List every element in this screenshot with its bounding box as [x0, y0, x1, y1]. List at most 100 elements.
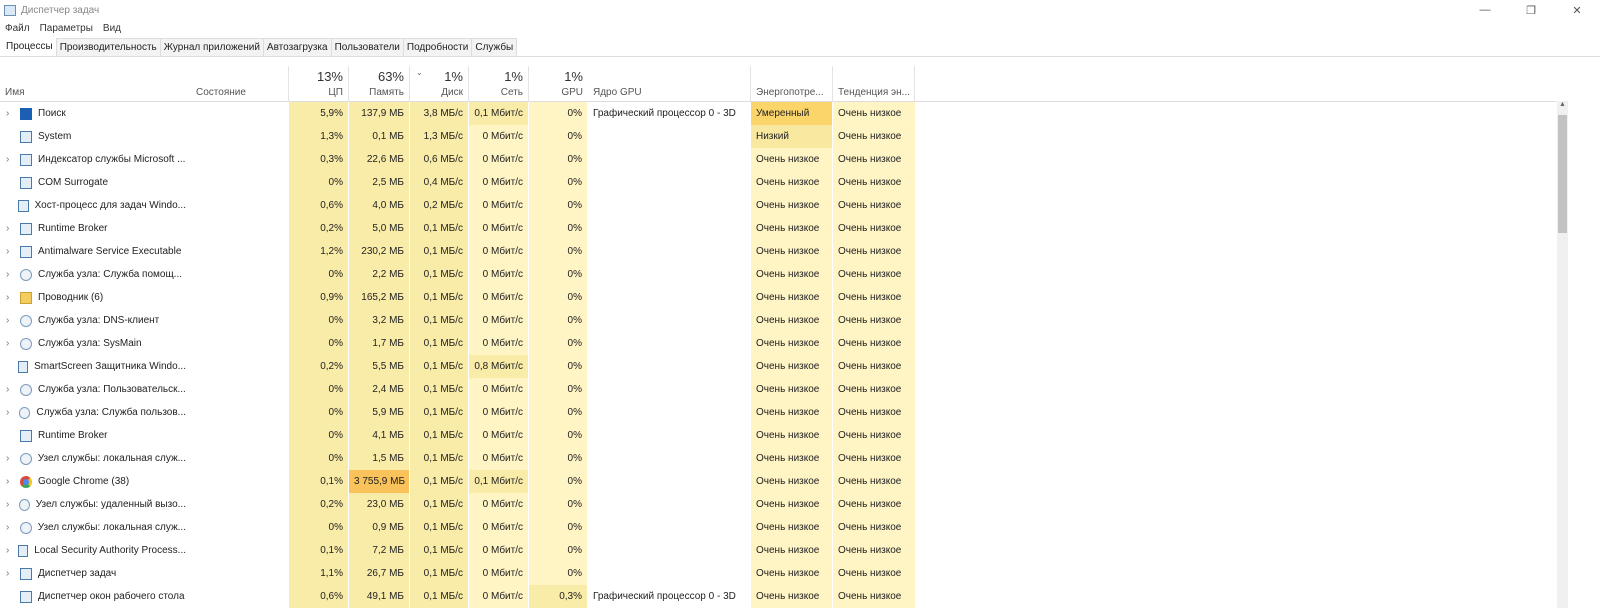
process-row[interactable]: › Google Chrome (38) 0,1% 3 755,9 МБ 0,1…	[0, 470, 1556, 493]
power-trend-cell: Очень низкое	[833, 424, 915, 447]
power-usage-cell: Очень низкое	[751, 240, 833, 263]
gpu-engine-cell	[588, 378, 751, 401]
process-row[interactable]: COM Surrogate 0% 2,5 МБ 0,4 МБ/с 0 Мбит/…	[0, 171, 1556, 194]
vertical-scrollbar[interactable]: ▲	[1557, 101, 1568, 608]
process-row[interactable]: › Узел службы: удаленный вызо... 0,2% 23…	[0, 493, 1556, 516]
process-row[interactable]: System 1,3% 0,1 МБ 1,3 МБ/с 0 Мбит/с 0% …	[0, 125, 1556, 148]
expand-chevron-icon[interactable]: ›	[6, 263, 20, 286]
column-gpu[interactable]: 1% GPU	[529, 66, 588, 102]
process-row[interactable]: › Служба узла: DNS-клиент 0% 3,2 МБ 0,1 …	[0, 309, 1556, 332]
column-disk[interactable]: ⌄ 1% Диск	[410, 66, 469, 102]
process-name-cell: › Runtime Broker	[0, 217, 191, 240]
restore-button[interactable]: ❐	[1508, 0, 1554, 20]
tab-services[interactable]: Службы	[471, 38, 518, 56]
expand-chevron-icon[interactable]: ›	[6, 401, 19, 424]
expand-chevron-icon[interactable]: ›	[6, 240, 20, 263]
scroll-up-icon[interactable]: ▲	[1557, 101, 1568, 113]
process-row[interactable]: Хост-процесс для задач Windo... 0,6% 4,0…	[0, 194, 1556, 217]
gpu-engine-cell: Графический процессор 0 - 3D	[593, 591, 736, 602]
gpu-engine-cell	[588, 309, 751, 332]
column-memory[interactable]: 63% Память	[349, 66, 410, 102]
expand-chevron-icon[interactable]: ›	[6, 378, 20, 401]
expand-chevron-icon[interactable]: ›	[6, 516, 20, 539]
column-power-trend[interactable]: Тенденция эн...	[833, 66, 915, 102]
gpu-cell: 0%	[529, 194, 588, 217]
expand-chevron-icon[interactable]: ›	[6, 447, 20, 470]
process-row[interactable]: › Runtime Broker 0,2% 5,0 МБ 0,1 МБ/с 0 …	[0, 217, 1556, 240]
process-row[interactable]: › Служба узла: Пользовательск... 0% 2,4 …	[0, 378, 1556, 401]
memory-cell: 3 755,9 МБ	[349, 470, 410, 493]
power-trend-cell: Очень низкое	[833, 585, 915, 608]
app-icon	[20, 176, 32, 189]
power-trend-cell: Очень низкое	[833, 171, 915, 194]
menu-view[interactable]: Вид	[103, 23, 121, 34]
gpu-engine-cell: Графический процессор 0 - 3D	[593, 108, 736, 119]
tab-processes[interactable]: Процессы	[2, 36, 57, 56]
power-trend-cell: Очень низкое	[833, 562, 915, 585]
network-cell: 0 Мбит/с	[469, 585, 529, 608]
process-row[interactable]: › Узел службы: локальная служ... 0% 1,5 …	[0, 447, 1556, 470]
column-label: Состояние	[196, 87, 246, 98]
cpu-cell: 0,6%	[289, 194, 349, 217]
process-row[interactable]: › Служба узла: SysMain 0% 1,7 МБ 0,1 МБ/…	[0, 332, 1556, 355]
network-total: 1%	[504, 69, 523, 84]
network-cell: 0 Мбит/с	[469, 401, 529, 424]
gpu-cell: 0%	[529, 401, 588, 424]
process-row[interactable]: › Поиск 5,9% 137,9 МБ 3,8 МБ/с 0,1 Мбит/…	[0, 102, 1556, 125]
expand-chevron-icon[interactable]: ›	[6, 332, 20, 355]
process-row[interactable]: › Диспетчер задач 1,1% 26,7 МБ 0,1 МБ/с …	[0, 562, 1556, 585]
scrollbar-thumb[interactable]	[1558, 115, 1567, 233]
memory-cell: 5,5 МБ	[349, 355, 410, 378]
expand-chevron-icon[interactable]: ›	[6, 217, 20, 240]
tab-users[interactable]: Пользователи	[330, 38, 404, 56]
expand-chevron-icon[interactable]: ›	[6, 148, 20, 171]
column-name[interactable]: Имя	[0, 66, 191, 102]
tab-startup[interactable]: Автозагрузка	[262, 38, 332, 56]
disk-cell: 0,1 МБ/с	[410, 562, 469, 585]
expand-chevron-icon[interactable]: ›	[6, 309, 20, 332]
memory-cell: 230,2 МБ	[349, 240, 410, 263]
process-row[interactable]: › Служба узла: Служба пользов... 0% 5,9 …	[0, 401, 1556, 424]
disk-cell: 0,1 МБ/с	[410, 309, 469, 332]
process-row[interactable]: › Узел службы: локальная служ... 0% 0,9 …	[0, 516, 1556, 539]
gear-icon	[19, 452, 32, 465]
expand-chevron-icon[interactable]: ›	[6, 562, 20, 585]
process-row[interactable]: Runtime Broker 0% 4,1 МБ 0,1 МБ/с 0 Мбит…	[0, 424, 1556, 447]
column-state[interactable]: Состояние	[191, 66, 289, 102]
process-name: Хост-процесс для задач Windo...	[34, 200, 186, 211]
process-row[interactable]: › Antimalware Service Executable 1,2% 23…	[0, 240, 1556, 263]
menu-file[interactable]: Файл	[5, 23, 30, 34]
process-name-cell: SmartScreen Защитника Windo...	[0, 355, 191, 378]
close-button[interactable]: ✕	[1554, 0, 1600, 20]
power-trend-cell: Очень низкое	[833, 102, 915, 125]
gpu-cell: 0%	[529, 539, 588, 562]
expand-chevron-icon[interactable]: ›	[6, 286, 20, 309]
column-cpu[interactable]: 13% ЦП	[289, 66, 349, 102]
column-gpu-engine[interactable]: Ядро GPU	[588, 66, 751, 102]
tab-app-history[interactable]: Журнал приложений	[159, 38, 264, 56]
tab-performance[interactable]: Производительность	[55, 38, 161, 56]
gpu-cell: 0%	[529, 102, 588, 125]
process-row[interactable]: › Local Security Authority Process... 0,…	[0, 539, 1556, 562]
process-row[interactable]: Диспетчер окон рабочего стола 0,6% 49,1 …	[0, 585, 1556, 608]
power-trend-cell: Очень низкое	[833, 447, 915, 470]
gpu-engine-cell	[588, 516, 751, 539]
process-row[interactable]: › Проводник (6) 0,9% 165,2 МБ 0,1 МБ/с 0…	[0, 286, 1556, 309]
process-row[interactable]: SmartScreen Защитника Windo... 0,2% 5,5 …	[0, 355, 1556, 378]
process-name-cell: › Google Chrome (38)	[0, 470, 191, 493]
column-network[interactable]: 1% Сеть	[469, 66, 529, 102]
gpu-engine-cell	[588, 355, 751, 378]
expand-chevron-icon[interactable]: ›	[6, 470, 20, 493]
expand-chevron-icon[interactable]: ›	[6, 493, 19, 516]
column-power[interactable]: Энергопотре...	[751, 66, 833, 102]
menu-options[interactable]: Параметры	[40, 23, 93, 34]
process-row[interactable]: › Служба узла: Служба помощ... 0% 2,2 МБ…	[0, 263, 1556, 286]
power-usage-cell: Очень низкое	[751, 171, 833, 194]
process-row[interactable]: › Индексатор службы Microsoft ... 0,3% 2…	[0, 148, 1556, 171]
expand-chevron-icon[interactable]: ›	[6, 102, 20, 125]
power-trend-cell: Очень низкое	[833, 378, 915, 401]
tab-details[interactable]: Подробности	[402, 38, 473, 56]
minimize-button[interactable]: —	[1462, 0, 1508, 20]
expand-chevron-icon[interactable]: ›	[6, 539, 18, 562]
memory-cell: 2,2 МБ	[349, 263, 410, 286]
